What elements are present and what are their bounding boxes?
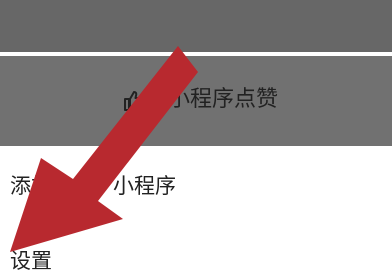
settings-label: 设置 bbox=[10, 249, 52, 273]
like-mini-program-label: 该小程序点赞 bbox=[146, 87, 279, 112]
dimmed-top-area bbox=[0, 0, 392, 52]
like-mini-program-row[interactable]: 该小程序点赞 bbox=[0, 56, 392, 146]
thumbs-up-icon bbox=[124, 91, 145, 111]
add-mini-program-label-suffix: 小程序 bbox=[113, 174, 176, 198]
add-mini-program-label-prefix: 添加 bbox=[10, 174, 52, 198]
